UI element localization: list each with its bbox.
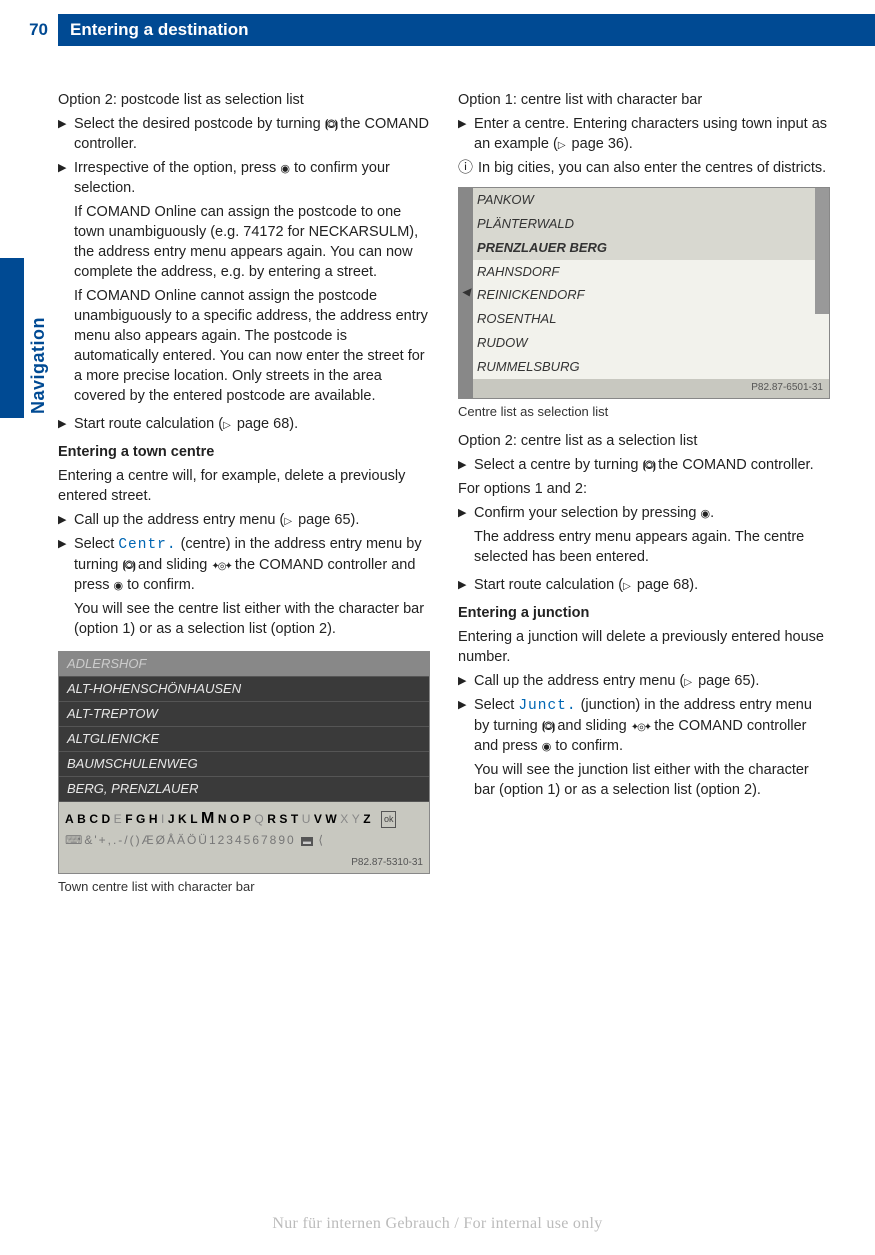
- section-label: Navigation: [26, 317, 51, 414]
- list-row: ROSENTHAL: [459, 307, 829, 331]
- option2-heading: Option 2: centre list as a selection lis…: [458, 431, 830, 451]
- xref-icon: [558, 136, 568, 152]
- option1-heading: Option 1: centre list with character bar: [458, 90, 830, 110]
- step: ▶ Enter a centre. Entering characters us…: [458, 114, 830, 154]
- chapter-title: Entering a destination: [58, 14, 875, 46]
- left-column: Option 2: postcode list as selection lis…: [58, 90, 430, 906]
- step-bullet-icon: ▶: [458, 695, 474, 804]
- step-text: Select the desired postcode by turning t…: [74, 114, 430, 154]
- content-area: Option 2: postcode list as selection lis…: [0, 46, 875, 906]
- figure-id: P82.87-6501-31: [459, 379, 829, 398]
- paragraph: For options 1 and 2:: [458, 479, 830, 499]
- step: ▶ Confirm your selection by pressing . T…: [458, 503, 830, 571]
- figure-caption: Centre list as selection list: [458, 403, 830, 421]
- list-row: ALTGLIENICKE: [59, 727, 429, 752]
- list-row: ALT-TREPTOW: [59, 702, 429, 727]
- right-column: Option 1: centre list with character bar…: [458, 90, 830, 906]
- side-tab: [0, 258, 24, 418]
- controller-turn-icon: [325, 115, 337, 133]
- scrollbar: [815, 188, 829, 314]
- step-bullet-icon: ▶: [58, 158, 74, 410]
- list-row-selected: ◀ PRENZLAUER BERG: [459, 236, 829, 260]
- figure-list: ADLERSHOF ALT-HOHENSCHÖNHAUSEN ALT-TREPT…: [59, 652, 429, 802]
- step-bullet-icon: ▶: [458, 455, 474, 475]
- ok-button-icon: ok: [381, 811, 397, 827]
- step-text: Confirm your selection by pressing . The…: [474, 503, 830, 571]
- controller-turn-icon: [642, 456, 654, 474]
- controller-turn-icon: [122, 556, 134, 574]
- controller-press-icon: [114, 576, 124, 594]
- step: ▶ Call up the address entry menu ( page …: [458, 671, 830, 691]
- step-bullet-icon: ▶: [458, 114, 474, 154]
- step-bullet-icon: ▶: [58, 414, 74, 434]
- step-text: Enter a centre. Entering characters usin…: [474, 114, 830, 154]
- controller-press-icon: [700, 504, 710, 522]
- step-bullet-icon: ▶: [458, 671, 474, 691]
- step-text: Start route calculation ( page 68).: [74, 414, 430, 434]
- controller-press-icon: [542, 737, 552, 755]
- step: ▶ Select a centre by turning the COMAND …: [458, 455, 830, 475]
- list-row: PLÄNTERWALD: [459, 212, 829, 236]
- list-row: RUDOW: [459, 331, 829, 355]
- character-bar: ABCDEFGHIJKLMNOPQRSTUVWXYZ ok ⌨&'+,.-/()…: [59, 802, 429, 855]
- xref-icon: [284, 512, 294, 528]
- menu-label-centr: Centr.: [118, 537, 176, 553]
- option2-heading: Option 2: postcode list as selection lis…: [58, 90, 430, 110]
- step: ▶ Start route calculation ( page 68).: [58, 414, 430, 434]
- info-icon: ⓘ: [458, 158, 478, 179]
- step: ▶ Select Centr. (centre) in the address …: [58, 534, 430, 643]
- figure-list: PANKOW PLÄNTERWALD ◀ PRENZLAUER BERG RAH…: [459, 188, 829, 380]
- back-icon: ⟨: [318, 833, 325, 847]
- list-row: BERG, PRENZLAUER: [59, 777, 429, 802]
- step-text: Call up the address entry menu ( page 65…: [74, 510, 430, 530]
- info-text: In big cities, you can also enter the ce…: [478, 158, 826, 179]
- step-bullet-icon: ▶: [458, 575, 474, 595]
- list-row: RUMMELSBURG: [459, 355, 829, 379]
- paragraph: Entering a centre will, for example, del…: [58, 466, 430, 506]
- xref-icon: [623, 577, 633, 593]
- step: ▶ Select Junct. (junction) in the addres…: [458, 695, 830, 804]
- xref-icon: [684, 673, 694, 689]
- step-text: Irrespective of the option, press to con…: [74, 158, 430, 410]
- subheading-town-centre: Entering a town centre: [58, 442, 430, 462]
- figure-caption: Town centre list with character bar: [58, 878, 430, 896]
- footer-watermark: Nur für internen Gebrauch / For internal…: [0, 1213, 875, 1235]
- controller-turn-icon: [542, 717, 554, 735]
- step-bullet-icon: ▶: [58, 114, 74, 154]
- menu-label-junct: Junct.: [518, 698, 576, 714]
- figure-centre-charbar: ADLERSHOF ALT-HOHENSCHÖNHAUSEN ALT-TREPT…: [58, 651, 430, 874]
- list-row: ALT-HOHENSCHÖNHAUSEN: [59, 677, 429, 702]
- controller-slide-icon: [631, 717, 650, 735]
- paragraph: Entering a junction will delete a previo…: [458, 627, 830, 667]
- figure-id: P82.87-5310-31: [59, 854, 429, 873]
- xref-icon: [223, 416, 233, 432]
- step-text: Select Junct. (junction) in the address …: [474, 695, 830, 804]
- list-row: BAUMSCHULENWEG: [59, 752, 429, 777]
- step-bullet-icon: ▶: [458, 503, 474, 571]
- page-number: 70: [0, 14, 58, 46]
- step-text: Select Centr. (centre) in the address en…: [74, 534, 430, 643]
- list-row: REINICKENDORF: [459, 283, 829, 307]
- flag-icon: ▬: [301, 837, 313, 846]
- step: ▶ Start route calculation ( page 68).: [458, 575, 830, 595]
- list-row: RAHNSDORF: [459, 260, 829, 284]
- page-header: 70 Entering a destination: [0, 14, 875, 46]
- step-bullet-icon: ▶: [58, 510, 74, 530]
- figure-centre-selection: PANKOW PLÄNTERWALD ◀ PRENZLAUER BERG RAH…: [458, 187, 830, 399]
- info-note: ⓘ In big cities, you can also enter the …: [458, 158, 830, 179]
- subheading-junction: Entering a junction: [458, 603, 830, 623]
- step-bullet-icon: ▶: [58, 534, 74, 643]
- step: ▶ Irrespective of the option, press to c…: [58, 158, 430, 410]
- scroll-left-icon: ◀: [459, 188, 473, 398]
- list-row: PANKOW: [459, 188, 829, 212]
- step: ▶ Select the desired postcode by turning…: [58, 114, 430, 154]
- list-row: ADLERSHOF: [59, 652, 429, 677]
- step-text: Start route calculation ( page 68).: [474, 575, 830, 595]
- controller-slide-icon: [211, 556, 230, 574]
- step-text: Call up the address entry menu ( page 65…: [474, 671, 830, 691]
- controller-press-icon: [280, 159, 290, 177]
- step-text: Select a centre by turning the COMAND co…: [474, 455, 830, 475]
- step: ▶ Call up the address entry menu ( page …: [58, 510, 430, 530]
